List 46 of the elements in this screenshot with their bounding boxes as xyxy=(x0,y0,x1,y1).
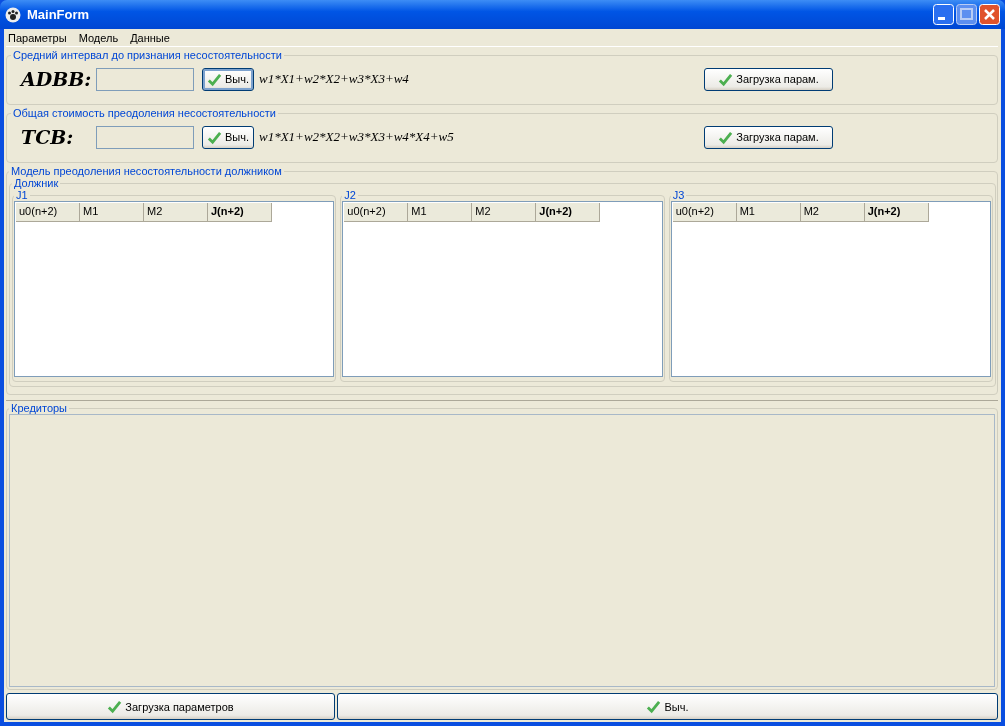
formula-label: ADBB: xyxy=(18,68,93,90)
group-title: Модель преодоления несостоятельности должником xyxy=(10,165,283,177)
column-header[interactable]: M1 xyxy=(80,203,144,222)
bottom-button[interactable]: Выч. xyxy=(337,693,998,720)
column-header[interactable]: J(n+2) xyxy=(208,203,272,222)
column-header[interactable]: M2 xyxy=(472,203,537,222)
formula-text: w1*X1+w2*X2+w3*X3+w4 xyxy=(259,71,410,87)
menu-item[interactable]: Данные xyxy=(130,31,170,44)
calculate-button[interactable]: Выч. xyxy=(202,67,254,91)
group-title: Должник xyxy=(13,177,60,189)
bottom-button[interactable]: Загрузка параметров xyxy=(6,693,335,720)
menu-item[interactable]: Параметры xyxy=(8,31,67,44)
result-field[interactable] xyxy=(96,67,194,91)
maximize-icon[interactable] xyxy=(956,4,977,25)
column-header[interactable]: M1 xyxy=(736,203,801,222)
check-icon xyxy=(718,129,734,145)
column-header[interactable]: u0(n+2) xyxy=(16,203,80,222)
result-field[interactable] xyxy=(96,125,194,149)
window-title: MainForm xyxy=(27,7,91,22)
paw-icon xyxy=(5,6,21,23)
calculate-button[interactable]: Выч. xyxy=(202,125,254,149)
column-header[interactable]: M1 xyxy=(408,203,473,222)
group-title: J2 xyxy=(343,189,357,201)
column-header[interactable]: u0(n+2) xyxy=(672,203,737,222)
column-header[interactable]: J(n+2) xyxy=(536,203,601,222)
group-title: Средний интервал до признания несостоятельности xyxy=(12,49,283,61)
minimize-icon[interactable] xyxy=(933,4,954,25)
group-title: Кредиторы xyxy=(10,402,69,414)
menu-item[interactable]: Модель xyxy=(78,31,119,44)
check-icon xyxy=(107,699,123,714)
column-header[interactable]: M2 xyxy=(144,203,208,222)
group-title: Общая стоимость преодоления несостоятельности xyxy=(12,107,277,119)
check-icon xyxy=(646,699,662,714)
check-icon xyxy=(207,129,222,145)
group-title: J3 xyxy=(671,189,686,201)
group-title: J1 xyxy=(15,189,29,201)
close-icon[interactable] xyxy=(979,4,1000,25)
check-icon xyxy=(718,71,734,87)
column-header[interactable]: M2 xyxy=(800,203,865,222)
formula-label: TCB: xyxy=(20,126,75,148)
column-header[interactable]: u0(n+2) xyxy=(344,203,409,222)
column-header[interactable]: J(n+2) xyxy=(864,203,929,222)
check-icon xyxy=(207,71,222,87)
load-params-button[interactable]: Загрузка парам. xyxy=(704,67,833,91)
load-params-button[interactable]: Загрузка парам. xyxy=(704,125,833,149)
formula-text: w1*X1+w2*X2+w3*X3+w4*X4+w5 xyxy=(259,129,455,145)
